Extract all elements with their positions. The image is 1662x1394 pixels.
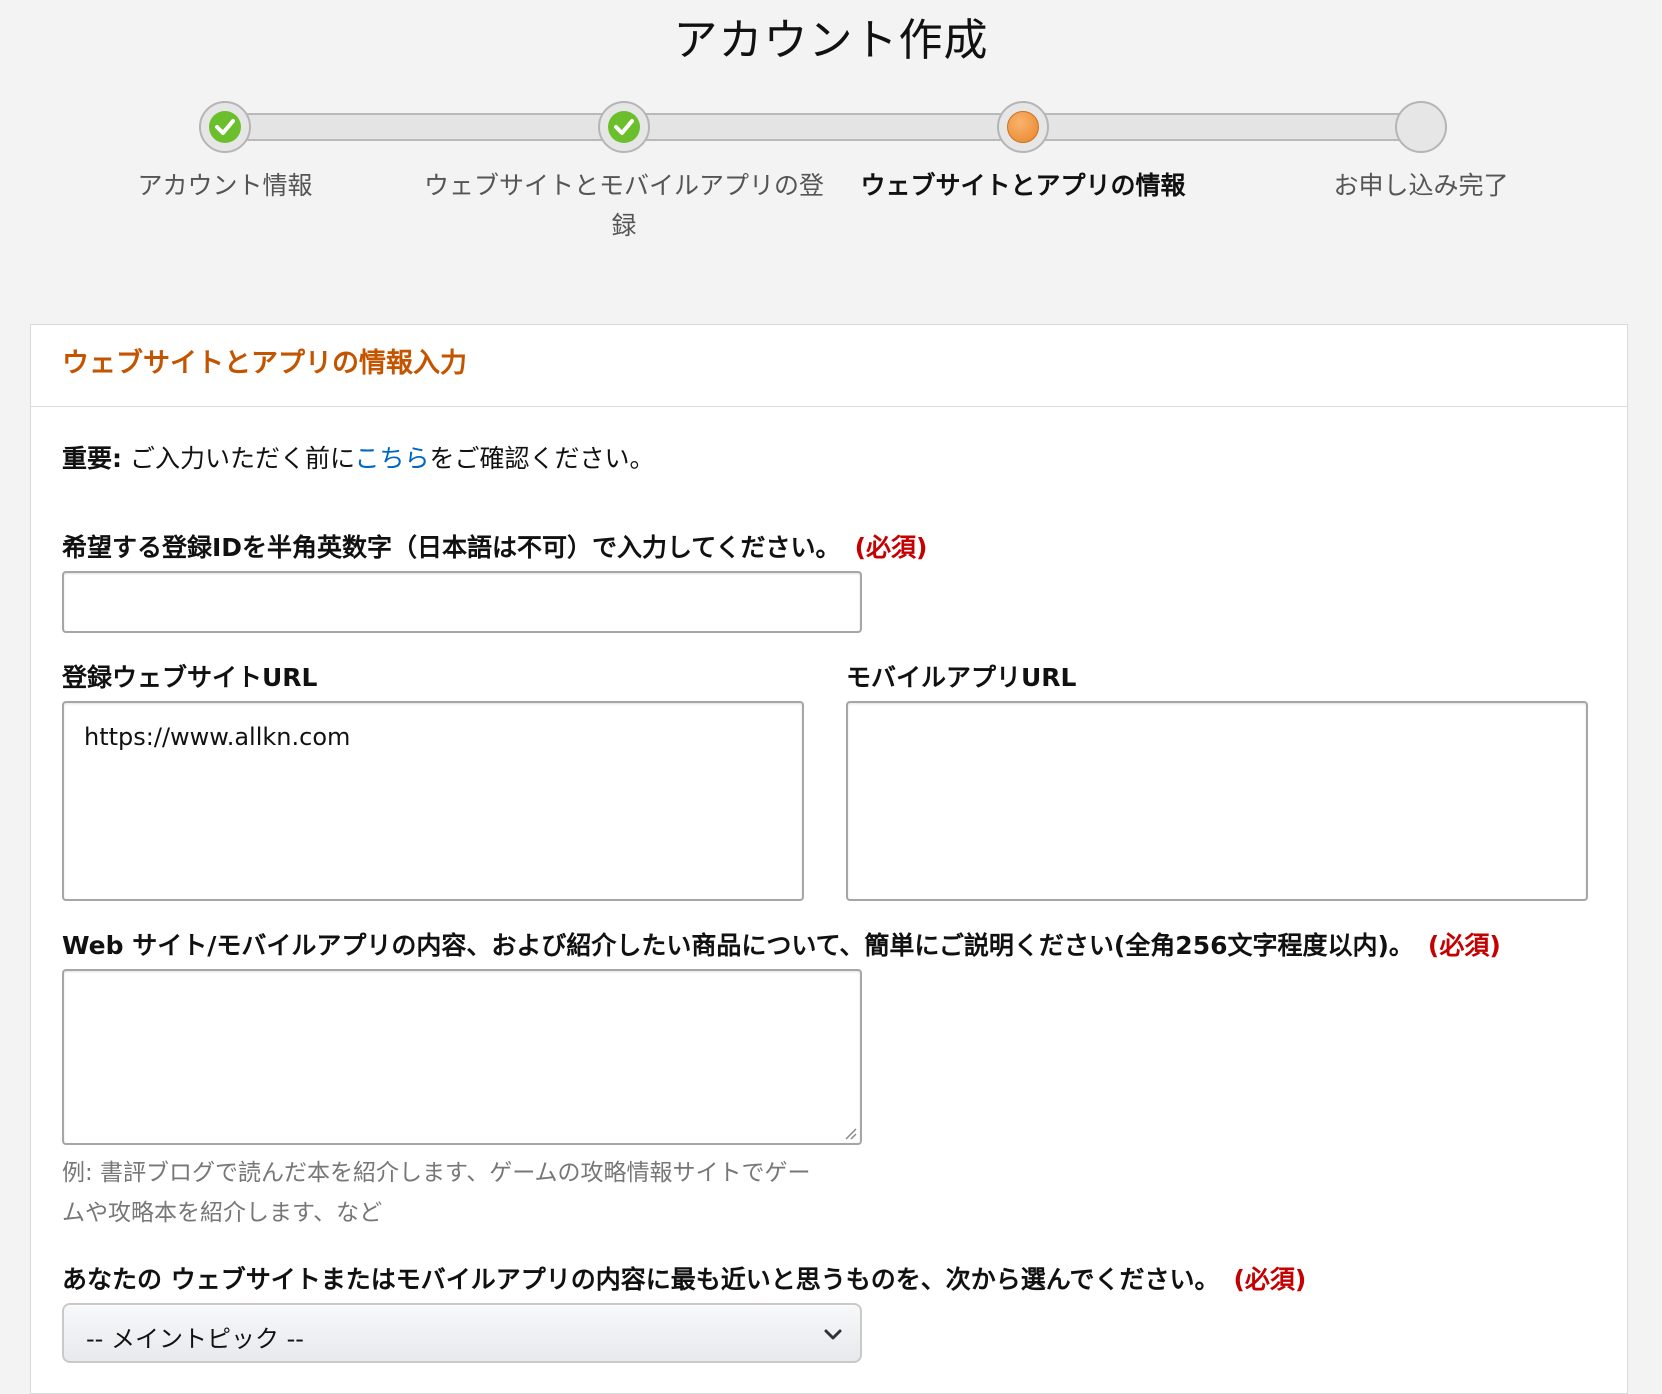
main-topic-select[interactable]: -- メイントピック -- xyxy=(62,1303,862,1363)
step-2-label: ウェブサイトとモバイルアプリの登録 xyxy=(424,171,825,240)
step-3-status xyxy=(1007,111,1039,143)
notice-text-before: ご入力いただく前に xyxy=(122,444,355,473)
notice-bold: 重要: xyxy=(62,444,122,473)
main-topic-selected: -- メイントピック -- xyxy=(86,1325,304,1353)
topic-label-text: あなたの ウェブサイトまたはモバイルアプリの内容に最も近いと思うものを、次から選… xyxy=(62,1265,1220,1294)
website-url-textarea[interactable]: https://www.allkn.com xyxy=(62,701,804,901)
panel-title: ウェブサイトとアプリの情報入力 xyxy=(31,325,1627,407)
important-notice: 重要: ご入力いただく前にこちらをご確認ください。 xyxy=(62,439,654,475)
website-url-label: 登録ウェブサイトURL xyxy=(62,663,318,692)
step-3-indicator xyxy=(997,101,1049,153)
chevron-down-icon xyxy=(824,1329,842,1340)
registration-id-label: 希望する登録IDを半角英数字（日本語は不可）で入力してください。 (必須) xyxy=(62,528,927,564)
description-textarea[interactable] xyxy=(62,969,862,1145)
registration-id-input[interactable] xyxy=(62,571,862,633)
required-mark: (必須) xyxy=(854,533,928,562)
required-mark: (必須) xyxy=(1233,1265,1307,1294)
step-1-label: アカウント情報 xyxy=(137,171,313,200)
website-app-info-panel: ウェブサイトとアプリの情報入力 重要: ご入力いただく前にこちらをご確認ください… xyxy=(30,324,1628,1394)
notice-link[interactable]: こちら xyxy=(354,444,429,473)
notice-text-after: をご確認ください。 xyxy=(429,444,655,473)
check-icon xyxy=(614,119,634,135)
progress-track xyxy=(225,113,1421,141)
progress-tracker: アカウント情報 ウェブサイトとモバイルアプリの登録 ウェブサイトとアプリの情報 … xyxy=(0,0,1662,260)
mobile-app-url-textarea[interactable] xyxy=(846,701,1588,901)
topic-label: あなたの ウェブサイトまたはモバイルアプリの内容に最も近いと思うものを、次から選… xyxy=(62,1260,1306,1296)
check-icon xyxy=(215,119,235,135)
resize-grip-icon[interactable] xyxy=(843,1126,857,1140)
step-4-indicator xyxy=(1395,101,1447,153)
step-1-indicator xyxy=(199,101,251,153)
required-mark: (必須) xyxy=(1427,931,1501,960)
description-label: Web サイト/モバイルアプリの内容、および紹介したい商品について、簡単にご説明… xyxy=(62,926,1501,962)
description-hint: 例: 書評ブログで読んだ本を紹介します、ゲームの攻略情報サイトでゲームや攻略本を… xyxy=(62,1160,811,1226)
mobile-app-url-label: モバイルアプリURL xyxy=(846,663,1077,692)
step-2-status xyxy=(608,111,640,143)
registration-id-label-text: 希望する登録IDを半角英数字（日本語は不可）で入力してください。 xyxy=(62,533,841,562)
step-2-indicator xyxy=(598,101,650,153)
description-label-text: Web サイト/モバイルアプリの内容、および紹介したい商品について、簡単にご説明… xyxy=(62,931,1414,960)
step-1-status xyxy=(209,111,241,143)
step-3-label: ウェブサイトとアプリの情報 xyxy=(860,171,1186,200)
website-url-value: https://www.allkn.com xyxy=(84,723,351,751)
step-4-label: お申し込み完了 xyxy=(1333,171,1509,200)
